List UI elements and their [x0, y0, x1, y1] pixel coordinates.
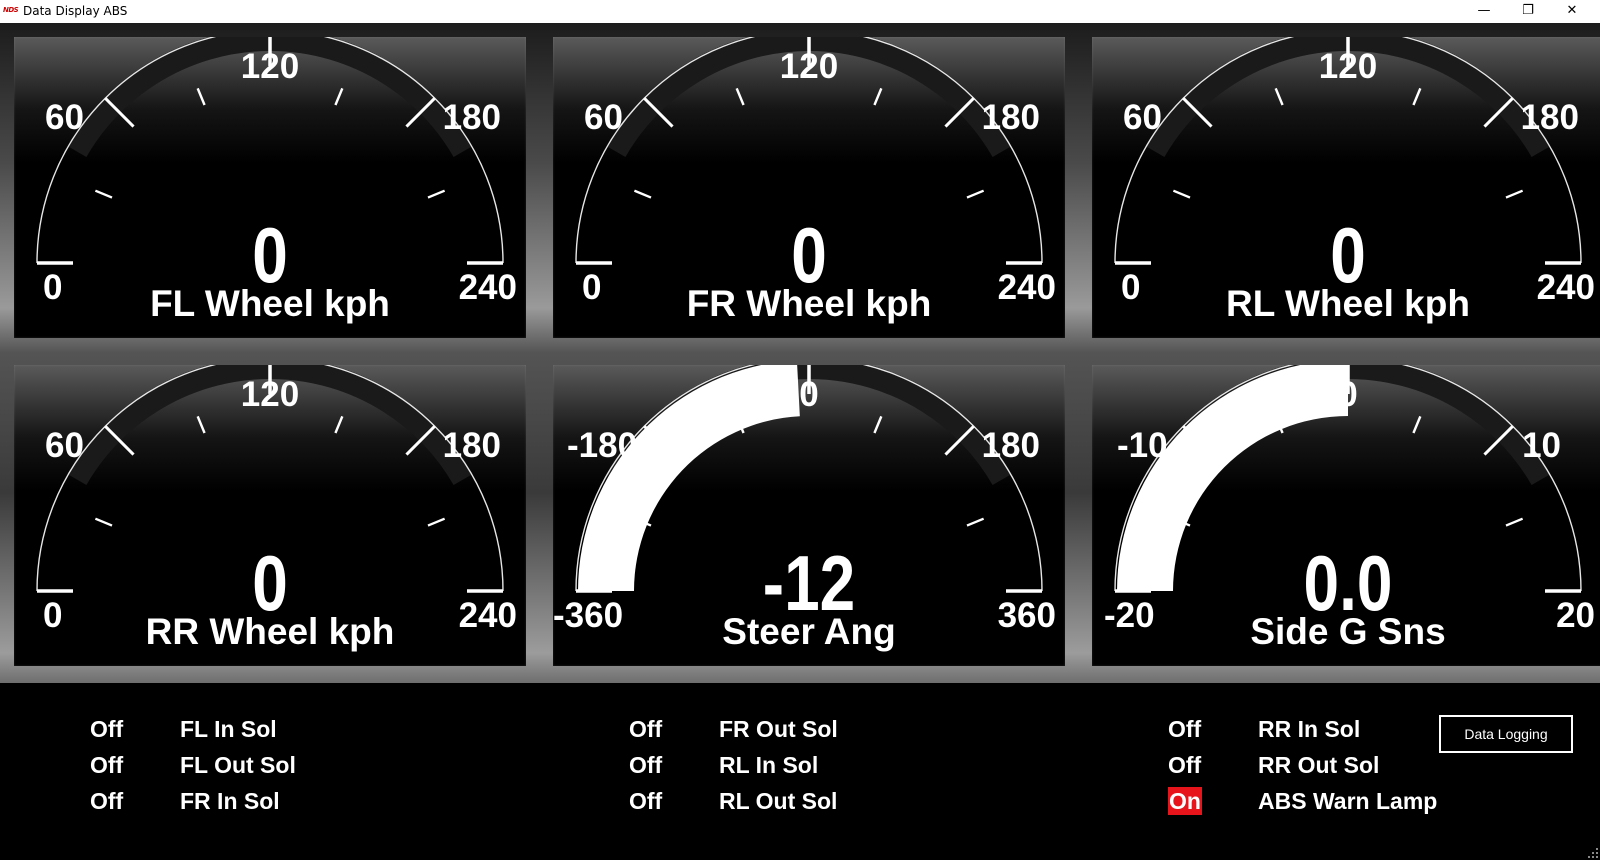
gauge-area: 0 60 120 180 240 0 FL Wheel kph 0 60 120… — [0, 23, 1600, 683]
label-fr-out-sol: FR Out Sol — [719, 716, 838, 742]
status-fr-out-sol: Off — [629, 716, 663, 742]
app-icon: NDS — [3, 6, 19, 14]
tick-label-low: 60 — [45, 98, 84, 137]
minor-tick — [334, 415, 344, 434]
gauge-rr-wheel: 0 60 120 180 240 0 RR Wheel kph — [14, 365, 526, 666]
minor-tick — [94, 517, 113, 527]
minor-tick — [427, 189, 446, 199]
title-bar: NDS Data Display ABS — ❐ ✕ — [0, 0, 1600, 23]
label-fl-in-sol: FL In Sol — [180, 716, 277, 742]
minor-tick — [1172, 189, 1191, 199]
minimize-icon: — — [1477, 3, 1491, 18]
minor-tick — [1412, 415, 1422, 434]
restore-button[interactable]: ❐ — [1506, 0, 1550, 23]
close-icon: ✕ — [1566, 3, 1578, 18]
window-title: Data Display ABS — [23, 4, 128, 18]
status-rr-out-sol: Off — [1168, 752, 1202, 778]
status-fr-in-sol: Off — [90, 788, 124, 814]
minor-tick — [334, 87, 344, 106]
minor-tick — [873, 87, 883, 106]
tick-label-high: 10 — [1522, 426, 1561, 465]
minimize-button[interactable]: — — [1462, 0, 1506, 23]
tick-label-high: 180 — [442, 426, 501, 465]
tick-label-mid: 120 — [240, 375, 300, 414]
minor-tick — [735, 87, 745, 106]
solenoid-status-area: Off FL In Sol Off FL Out Sol Off FR In S… — [0, 683, 1600, 860]
tick-label-high: 180 — [442, 98, 501, 137]
minor-tick — [1274, 87, 1284, 106]
label-rl-out-sol: RL Out Sol — [719, 788, 838, 814]
tick-label-low: 60 — [45, 426, 84, 465]
minor-tick — [873, 415, 883, 434]
gauge-name: FL Wheel kph — [150, 283, 390, 324]
label-rl-in-sol: RL In Sol — [719, 752, 819, 778]
minor-tick — [196, 87, 206, 106]
label-rr-in-sol: RR In Sol — [1258, 716, 1361, 742]
status-abs-warn-lamp: On — [1168, 787, 1202, 815]
minor-tick — [427, 517, 446, 527]
gauge-side-g: -20 -10 0 10 20 0.0 Side G Sns — [1092, 365, 1600, 666]
gauge-fr-wheel: 0 60 120 180 240 0 FR Wheel kph — [553, 37, 1065, 338]
gauge-rl-wheel: 0 60 120 180 240 0 RL Wheel kph — [1092, 37, 1600, 338]
close-button[interactable]: ✕ — [1550, 0, 1594, 23]
minor-tick — [966, 517, 985, 527]
tick-label-low: -10 — [1117, 426, 1168, 465]
status-rl-out-sol: Off — [629, 788, 663, 814]
gauge-name: FR Wheel kph — [686, 283, 932, 324]
label-abs-warn-lamp: ABS Warn Lamp — [1258, 788, 1438, 814]
tick-label-low: 60 — [1123, 98, 1162, 137]
status-fl-out-sol: Off — [90, 752, 124, 778]
minor-tick — [1505, 189, 1524, 199]
resize-grip-icon[interactable] — [1588, 848, 1598, 858]
tick-label-low: -180 — [567, 426, 638, 465]
label-rr-out-sol: RR Out Sol — [1258, 752, 1380, 778]
gauge-name: RR Wheel kph — [145, 611, 395, 652]
tick-label-mid: 0 — [1338, 375, 1358, 414]
data-logging-button[interactable]: Data Logging — [1439, 715, 1573, 753]
gauge-steer-angle: -360 -180 0 180 360 -12 Steer Ang — [553, 365, 1065, 666]
minor-tick — [633, 189, 652, 199]
tick-label-high: 180 — [981, 426, 1040, 465]
tick-label-mid: 120 — [779, 47, 839, 86]
gauge-name: Side G Sns — [1250, 611, 1446, 652]
gauge-fl-wheel: 0 60 120 180 240 0 FL Wheel kph — [14, 37, 526, 338]
minor-tick — [1505, 517, 1524, 527]
minor-tick — [196, 415, 206, 434]
tick-label-mid: 120 — [1318, 47, 1378, 86]
tick-label-mid: 0 — [799, 375, 819, 414]
gauge-name: Steer Ang — [722, 611, 896, 652]
status-rl-in-sol: Off — [629, 752, 663, 778]
status-fl-in-sol: Off — [90, 716, 124, 742]
minor-tick — [966, 189, 985, 199]
tick-label-low: 60 — [584, 98, 623, 137]
label-fl-out-sol: FL Out Sol — [180, 752, 296, 778]
label-fr-in-sol: FR In Sol — [180, 788, 280, 814]
minor-tick — [94, 189, 113, 199]
restore-icon: ❐ — [1522, 3, 1534, 18]
gauge-name: RL Wheel kph — [1226, 283, 1470, 324]
tick-label-mid: 120 — [240, 47, 300, 86]
minor-tick — [1412, 87, 1422, 106]
status-rr-in-sol: Off — [1168, 716, 1202, 742]
tick-label-high: 180 — [1520, 98, 1579, 137]
tick-label-high: 180 — [981, 98, 1040, 137]
